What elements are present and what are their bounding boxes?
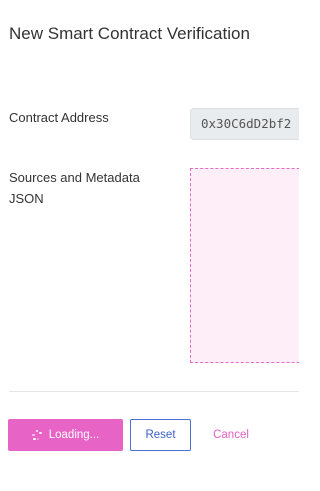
divider	[9, 391, 299, 392]
loading-button[interactable]: Loading...	[8, 419, 123, 451]
contract-address-input[interactable]: 0x30C6dD2bf2	[190, 108, 299, 140]
contract-address-label: Contract Address	[9, 110, 109, 125]
cancel-button[interactable]: Cancel	[202, 419, 260, 451]
sources-metadata-label: Sources and Metadata JSON	[9, 170, 140, 206]
loading-label: Loading...	[48, 429, 100, 441]
spinner-icon	[32, 430, 42, 441]
verification-page: New Smart Contract Verification Contract…	[0, 0, 299, 491]
reset-button[interactable]: Reset	[130, 419, 191, 451]
page-title: New Smart Contract Verification	[9, 24, 250, 43]
sources-dropzone[interactable]	[190, 168, 299, 363]
